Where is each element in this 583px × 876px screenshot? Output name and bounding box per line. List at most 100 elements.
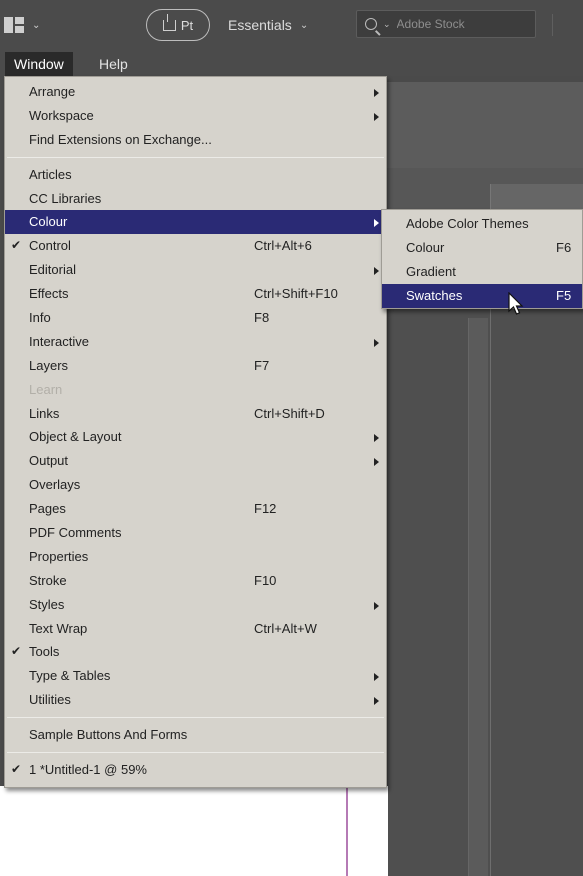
submenu-arrow-icon	[374, 338, 379, 347]
workspace-label: Essentials	[228, 17, 292, 33]
publish-label: Pt	[180, 17, 194, 33]
menu-item-shortcut: F7	[254, 357, 270, 373]
menu-item-properties[interactable]: Properties	[5, 545, 386, 569]
submenu-arrow-icon	[374, 458, 379, 467]
window-menu: Arrange Workspace Find Extensions on Excha…	[4, 76, 387, 788]
menu-item-sample-buttons-and-forms[interactable]: Sample Buttons And Forms	[5, 723, 386, 747]
chevron-down-icon: ⌄	[32, 19, 41, 31]
menu-item-workspace[interactable]: Workspace	[5, 104, 386, 128]
menu-item-editorial[interactable]: Editorial	[5, 258, 386, 282]
menu-item-label: Utilities	[29, 692, 71, 708]
workspace-dropdown[interactable]: Essentials ⌄	[228, 12, 308, 38]
menu-item-label: CC Libraries	[29, 190, 102, 206]
panel-rail	[468, 318, 488, 876]
menu-item-shortcut: Ctrl+Alt+6	[254, 238, 312, 254]
menu-separator	[7, 752, 384, 754]
menu-item-label: Object & Layout	[29, 429, 122, 445]
chevron-down-icon: ⌄	[383, 18, 391, 29]
menu-item-label: Interactive	[29, 333, 89, 349]
document-divider	[490, 212, 491, 876]
menu-item-label: Swatches	[406, 287, 463, 303]
menu-item-cc-libraries[interactable]: CC Libraries	[5, 187, 386, 211]
menu-item-interactive[interactable]: Interactive	[5, 330, 386, 354]
menu-item-label: Styles	[29, 596, 65, 612]
menu-item-info[interactable]: Info F8	[5, 306, 386, 330]
menu-item-shortcut: Ctrl+Alt+W	[254, 620, 317, 636]
menu-item-shortcut: F5	[556, 287, 572, 303]
search-icon	[365, 18, 377, 30]
menu-item-pdf-comments[interactable]: PDF Comments	[5, 521, 386, 545]
submenu-item-adobe-color-themes[interactable]: Adobe Color Themes	[382, 212, 582, 236]
menu-item-styles[interactable]: Styles	[5, 593, 386, 617]
submenu-arrow-icon	[374, 112, 379, 121]
menu-item-shortcut: F6	[556, 239, 572, 255]
workspace-switcher-button[interactable]: ⌄	[4, 12, 56, 38]
menu-bar: Window Help	[0, 50, 583, 76]
menu-item-label: Effects	[29, 286, 69, 302]
menu-item-text-wrap[interactable]: Text Wrap Ctrl+Alt+W	[5, 617, 386, 641]
menu-item-find-extensions-on-exchange[interactable]: Find Extensions on Exchange...	[5, 128, 386, 152]
adobe-stock-search[interactable]: ⌄	[356, 10, 536, 38]
submenu-arrow-icon	[374, 673, 379, 682]
checkmark-icon: ✔	[11, 762, 22, 777]
menu-item-label: Articles	[29, 166, 72, 182]
menu-item-label: Editorial	[29, 262, 76, 278]
menu-item-label: 1 *Untitled-1 @ 59%	[29, 762, 147, 778]
menu-item-arrange[interactable]: Arrange	[5, 80, 386, 104]
submenu-item-gradient[interactable]: Gradient	[382, 260, 582, 284]
menu-window[interactable]: Window	[5, 52, 73, 76]
chevron-down-icon: ⌄	[299, 19, 309, 31]
submenu-arrow-icon	[374, 601, 379, 610]
menu-item-control[interactable]: ✔ Control Ctrl+Alt+6	[5, 234, 386, 258]
menu-item-label: Colour	[406, 239, 445, 255]
menu-item-label: PDF Comments	[29, 525, 122, 541]
colour-submenu: Adobe Color Themes Colour F6 Gradient Swatch…	[381, 209, 583, 309]
menu-item-label: Gradient	[406, 263, 456, 279]
menu-separator	[7, 717, 384, 719]
menu-item-label: Arrange	[29, 84, 76, 99]
menu-item-colour[interactable]: Colour	[5, 210, 386, 235]
menu-item-label: Tools	[29, 644, 60, 660]
submenu-item-colour[interactable]: Colour F6	[382, 236, 582, 260]
layout-grid-icon	[4, 17, 24, 33]
menu-item-label: Pages	[29, 501, 66, 517]
menu-item-label: Stroke	[29, 572, 67, 588]
submenu-item-swatches[interactable]: Swatches F5	[382, 283, 582, 308]
menu-item-tools[interactable]: ✔ Tools	[5, 640, 386, 664]
menu-item-label: Workspace	[29, 107, 94, 123]
submenu-arrow-icon	[374, 697, 379, 706]
menu-item-label: Text Wrap	[29, 620, 88, 636]
menu-help[interactable]: Help	[90, 52, 137, 76]
menu-item-label: Colour	[29, 214, 68, 230]
menu-item-shortcut: F10	[254, 572, 277, 588]
menu-item-pages[interactable]: Pages F12	[5, 497, 386, 521]
menu-item-learn: Learn	[5, 378, 386, 402]
menu-item-label: Control	[29, 238, 71, 254]
menu-item-1-untitled-1-59[interactable]: ✔ 1 *Untitled-1 @ 59%	[5, 758, 386, 782]
menu-item-shortcut: Ctrl+Shift+D	[254, 405, 325, 421]
menu-item-object-layout[interactable]: Object & Layout	[5, 425, 386, 449]
menu-item-shortcut: Ctrl+Shift+F10	[254, 286, 338, 302]
application-bar: ⌄ Pt Essentials ⌄ ⌄	[0, 0, 583, 50]
menu-item-articles[interactable]: Articles	[5, 163, 386, 187]
menu-item-links[interactable]: Links Ctrl+Shift+D	[5, 402, 386, 426]
menu-item-utilities[interactable]: Utilities	[5, 688, 386, 712]
menu-item-overlays[interactable]: Overlays	[5, 473, 386, 497]
menu-item-type-tables[interactable]: Type & Tables	[5, 664, 386, 688]
submenu-arrow-icon	[374, 219, 379, 228]
menu-item-label: Find Extensions on Exchange...	[29, 131, 212, 147]
menu-item-effects[interactable]: Effects Ctrl+Shift+F10	[5, 282, 386, 306]
publish-online-button[interactable]: Pt	[146, 9, 210, 41]
menu-item-label: Properties	[29, 548, 89, 564]
menu-item-stroke[interactable]: Stroke F10	[5, 569, 386, 593]
menu-item-label: Learn	[29, 381, 63, 397]
menu-item-shortcut: F8	[254, 310, 270, 326]
menu-item-output[interactable]: Output	[5, 449, 386, 473]
menu-separator	[7, 156, 384, 158]
menu-item-layers[interactable]: Layers F7	[5, 354, 386, 378]
stock-search-input[interactable]	[396, 17, 527, 31]
menu-item-label: Sample Buttons And Forms	[29, 727, 188, 743]
menu-item-label: Info	[29, 310, 51, 326]
menu-item-label: Layers	[29, 357, 69, 373]
document-canvas-top	[385, 82, 583, 168]
